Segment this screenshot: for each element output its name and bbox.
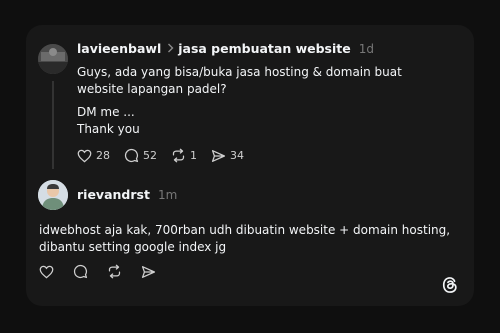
avatar[interactable]: [38, 180, 68, 210]
share-count: 34: [230, 149, 244, 162]
thread-line: [52, 81, 54, 169]
threads-logo-icon[interactable]: [440, 275, 460, 299]
reply-actions: [39, 264, 175, 279]
post-body: DM me ... Thank you: [77, 104, 447, 138]
post-paragraph: Guys, ada yang bisa/buka jasa hosting & …: [77, 65, 402, 96]
reply-button[interactable]: 52: [124, 148, 157, 163]
reply-text: idwebhost aja kak, 700rban udh dibuatin …: [39, 223, 451, 254]
share-icon: [141, 265, 156, 278]
post-time: 1d: [358, 41, 374, 56]
heart-icon: [39, 265, 54, 278]
repost-icon: [108, 264, 121, 279]
comment-icon: [73, 264, 88, 279]
share-button[interactable]: [141, 265, 156, 279]
reply-time: 1m: [157, 187, 178, 202]
like-count: 28: [96, 149, 110, 162]
repost-count: 1: [190, 149, 197, 162]
reply-username[interactable]: rievandrst: [77, 187, 150, 202]
chevron-right-icon: [167, 42, 174, 56]
heart-icon: [77, 149, 92, 162]
like-button[interactable]: [39, 265, 54, 279]
thread-card: lavieenbawl jasa pembuatan website 1d Gu…: [26, 25, 474, 306]
post-header: lavieenbawl jasa pembuatan website 1d: [77, 41, 374, 56]
repost-button[interactable]: 1: [171, 148, 197, 163]
avatar[interactable]: [38, 44, 68, 74]
like-button[interactable]: 28: [77, 149, 110, 163]
comment-icon: [124, 148, 139, 163]
post-line: Thank you: [77, 122, 140, 136]
share-icon: [211, 149, 226, 162]
post-username[interactable]: lavieenbawl: [77, 41, 161, 56]
share-button[interactable]: 34: [211, 149, 244, 163]
post-actions: 28 52 1 34: [77, 148, 258, 163]
reply-button[interactable]: [73, 264, 88, 279]
post-line: DM me ...: [77, 105, 135, 119]
reply-count: 52: [143, 149, 157, 162]
reply-header: rievandrst 1m: [77, 187, 177, 202]
repost-button[interactable]: [107, 264, 122, 279]
repost-icon: [172, 148, 185, 163]
post-topic[interactable]: jasa pembuatan website: [178, 41, 351, 56]
